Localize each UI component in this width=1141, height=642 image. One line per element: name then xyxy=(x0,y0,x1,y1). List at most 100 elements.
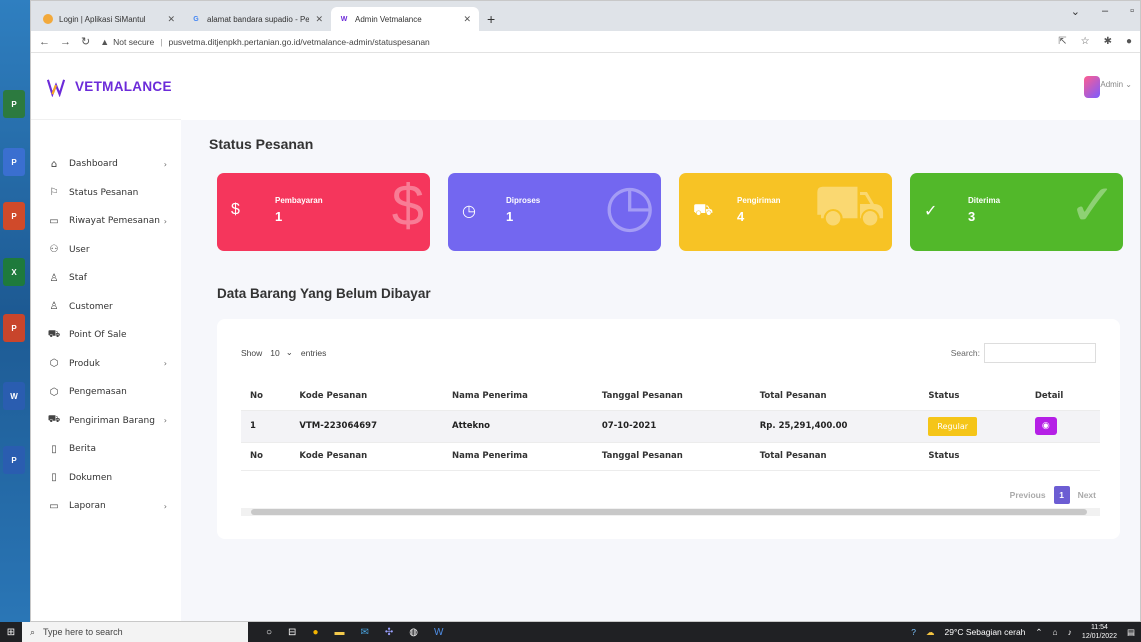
network-icon[interactable]: ⌂ xyxy=(1053,627,1058,637)
volume-icon[interactable]: ♪ xyxy=(1068,627,1072,637)
widgets-icon[interactable]: ⊟ xyxy=(288,627,296,638)
profile-icon[interactable]: ● xyxy=(1126,36,1132,47)
user-icon: ♙ xyxy=(49,272,59,284)
sidebar-item-status-pesanan[interactable]: ⚐ Status Pesanan xyxy=(31,179,181,208)
chrome-icon[interactable]: ● xyxy=(312,627,318,638)
column-header[interactable]: Nama Penerima xyxy=(443,382,593,410)
app-icon[interactable]: ◍ xyxy=(409,627,418,638)
chevron-right-icon: › xyxy=(163,416,167,426)
reload-button[interactable]: ↻ xyxy=(81,35,90,48)
url-field[interactable]: ▲ Not secure | pusvetma.ditjenpkh.pertan… xyxy=(100,33,1058,51)
column-header[interactable]: Kode Pesanan xyxy=(290,382,443,410)
browser-window: Login | Aplikasi SiMantul ✕ G alamat ban… xyxy=(30,0,1141,622)
column-footer: Total Pesanan xyxy=(759,451,827,461)
column-header[interactable]: Tanggal Pesanan xyxy=(593,382,751,410)
sidebar-item-point-of-sale[interactable]: ⛟ Point Of Sale xyxy=(31,321,181,350)
status-card-pengiriman[interactable]: ⛟ Pengiriman 4 ⛟ xyxy=(679,173,892,251)
status-cards: $ Pembayaran 1 $ ◷ Diproses 1 ◷ ⛟ Pengiriman 4 ⛟ ✓ Di… xyxy=(217,173,1123,251)
table-row: 1 VTM-223064697 Attekno 07-10-2021 Rp. 2… xyxy=(241,410,1100,442)
chevron-up-icon[interactable]: ⌃ xyxy=(1035,627,1042,638)
extensions-icon[interactable]: ✱ xyxy=(1104,36,1112,47)
browser-tab[interactable]: G alamat bandara supadio - Peneli... ✕ xyxy=(183,7,331,31)
chevron-right-icon: › xyxy=(163,501,167,511)
column-header[interactable]: Status xyxy=(919,382,1025,410)
orders-table: No Kode Pesanan Nama Penerima Tanggal Pe… xyxy=(241,382,1100,471)
sidebar-item-pengemasan[interactable]: ⬡ Pengemasan xyxy=(31,378,181,407)
clock-icon: ◷ xyxy=(604,173,655,238)
desktop-app-icon[interactable]: P xyxy=(3,314,25,342)
search-input[interactable] xyxy=(984,343,1096,363)
page-1-button[interactable]: 1 xyxy=(1053,486,1070,504)
back-button[interactable]: ← xyxy=(39,36,50,48)
sidebar-item-staf[interactable]: ♙ Staf xyxy=(31,264,181,293)
column-header[interactable]: Detail xyxy=(1026,382,1100,410)
close-icon[interactable]: ✕ xyxy=(463,14,471,25)
topbar: Admin ⌄ xyxy=(181,54,1140,120)
clock[interactable]: 11:54 12/01/2022 xyxy=(1082,623,1117,641)
status-card-diproses[interactable]: ◷ Diproses 1 ◷ xyxy=(448,173,661,251)
browser-tab-active[interactable]: W Admin Vetmalance ✕ xyxy=(331,7,479,31)
entries-select[interactable]: 10 ⌄ xyxy=(270,347,293,358)
horizontal-scrollbar[interactable] xyxy=(241,508,1100,516)
sidebar-item-laporan[interactable]: ▭ Laporan › xyxy=(31,492,181,521)
help-icon[interactable]: ? xyxy=(911,627,916,637)
desktop-app-icon[interactable]: X xyxy=(3,258,25,286)
taskbar-search[interactable]: ⌕ Type here to search xyxy=(22,622,248,642)
check-circle-icon: ✓ xyxy=(924,203,938,220)
share-icon[interactable]: ⇱ xyxy=(1058,36,1066,47)
sidebar-item-customer[interactable]: ♙ Customer xyxy=(31,293,181,322)
teams-icon[interactable]: ✣ xyxy=(385,627,393,638)
sidebar-item-dashboard[interactable]: ⌂ Dashboard › xyxy=(31,150,181,179)
folder-icon: ▭ xyxy=(49,500,59,512)
new-tab-button[interactable]: + xyxy=(487,11,495,27)
file-explorer-icon[interactable]: ▬ xyxy=(334,627,344,638)
forward-button[interactable]: → xyxy=(60,36,71,48)
task-view-icon[interactable]: ○ xyxy=(266,627,272,638)
browser-tab[interactable]: Login | Aplikasi SiMantul ✕ xyxy=(35,7,183,31)
view-detail-button[interactable]: ◉ xyxy=(1034,417,1057,435)
previous-page-button[interactable]: Previous xyxy=(1010,490,1046,500)
desktop-app-icon[interactable]: P xyxy=(3,148,25,176)
notifications-icon[interactable]: ▤ xyxy=(1127,627,1135,638)
status-card-diterima[interactable]: ✓ Diterima 3 ✓ xyxy=(910,173,1123,251)
desktop-app-icon[interactable]: P xyxy=(3,202,25,230)
cell-status: Regular xyxy=(919,410,1025,442)
word-icon[interactable]: W xyxy=(434,627,443,638)
desktop-app-icon[interactable]: P xyxy=(3,90,25,118)
desktop-app-icon[interactable]: P xyxy=(3,446,25,474)
cell-tanggal: 07-10-2021 xyxy=(601,421,657,431)
card-value: 1 xyxy=(506,209,514,224)
sidebar-item-label: Pengiriman Barang xyxy=(69,415,155,426)
scrollbar-thumb[interactable] xyxy=(251,509,1087,515)
sidebar-item-label: Riwayat Pemesanan xyxy=(69,216,160,227)
desktop-app-icon[interactable]: W xyxy=(3,382,25,410)
chevron-right-icon: › xyxy=(163,359,167,369)
weather-icon: ☁ xyxy=(926,626,935,637)
brand[interactable]: VETMALANCE xyxy=(31,54,181,120)
sidebar-item-dokumen[interactable]: ▯ Dokumen xyxy=(31,464,181,493)
chevron-down-icon[interactable]: ⌄ xyxy=(1071,5,1080,18)
sidebar-item-pengiriman-barang[interactable]: ⛟ Pengiriman Barang › xyxy=(31,407,181,436)
sidebar-item-user[interactable]: ⚇ User xyxy=(31,236,181,265)
column-header[interactable]: Total Pesanan xyxy=(751,382,920,410)
maximize-button[interactable]: ▫ xyxy=(1130,5,1134,18)
column-header[interactable]: No xyxy=(241,382,290,410)
star-icon[interactable]: ☆ xyxy=(1081,36,1090,47)
sidebar-item-berita[interactable]: ▯ Berita xyxy=(31,435,181,464)
close-icon[interactable]: ✕ xyxy=(167,14,175,25)
mail-icon[interactable]: ✉ xyxy=(360,627,368,638)
file-icon: ▯ xyxy=(51,443,57,455)
minimize-button[interactable]: – xyxy=(1102,5,1108,18)
next-page-button[interactable]: Next xyxy=(1078,490,1096,500)
close-icon[interactable]: ✕ xyxy=(315,14,323,25)
weather-text[interactable]: 29°C Sebagian cerah xyxy=(945,627,1026,637)
avatar[interactable] xyxy=(1084,76,1100,98)
file-icon: ▯ xyxy=(51,472,57,484)
status-card-pembayaran[interactable]: $ Pembayaran 1 $ xyxy=(217,173,430,251)
sidebar-item-produk[interactable]: ⬡ Produk › xyxy=(31,350,181,379)
clock-icon: ◷ xyxy=(462,203,476,220)
flag-icon: ⚐ xyxy=(49,187,59,199)
user-menu[interactable]: Admin ⌄ xyxy=(1100,80,1132,89)
windows-start-icon[interactable]: ⊞ xyxy=(0,627,22,638)
sidebar-item-riwayat-pemesanan[interactable]: ▭ Riwayat Pemesanan › xyxy=(31,207,181,236)
